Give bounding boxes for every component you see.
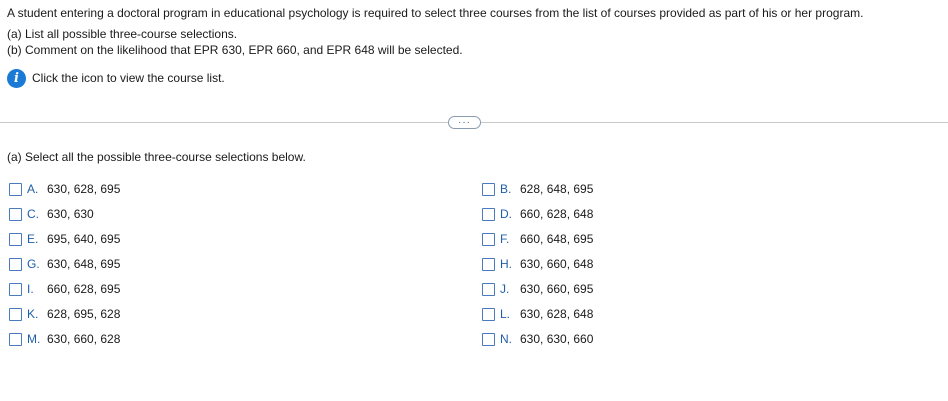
checkbox[interactable] [482,232,495,246]
option-letter: B. [500,182,512,196]
option-n[interactable]: N. 630, 630, 660 [482,331,593,347]
part-b-instruction: (b) Comment on the likelihood that EPR 6… [7,43,463,57]
option-value: 660, 628, 648 [520,207,594,221]
option-letter: K. [27,307,39,321]
option-value: 628, 648, 695 [520,182,594,196]
option-l[interactable]: L. 630, 628, 648 [482,306,593,322]
checkbox[interactable] [9,282,22,296]
option-letter: L. [500,307,511,321]
option-g[interactable]: G. 630, 648, 695 [9,256,120,272]
option-b[interactable]: B. 628, 648, 695 [482,181,593,197]
option-k[interactable]: K. 628, 695, 628 [9,306,120,322]
option-value: 630, 660, 628 [47,332,121,346]
option-e[interactable]: E. 695, 640, 695 [9,231,120,247]
option-letter: J. [500,282,510,296]
option-letter: G. [27,257,40,271]
checkbox[interactable] [9,332,22,346]
option-value: 660, 648, 695 [520,232,594,246]
option-letter: C. [27,207,39,221]
option-d[interactable]: D. 660, 628, 648 [482,206,593,222]
checkbox[interactable] [9,182,22,196]
checkbox[interactable] [482,307,495,321]
question-text: A student entering a doctoral program in… [7,6,864,20]
option-value: 630, 630 [47,207,94,221]
option-value: 630, 628, 695 [47,182,121,196]
info-icon[interactable]: i [7,68,26,88]
option-value: 630, 630, 660 [520,332,594,346]
option-h[interactable]: H. 630, 660, 648 [482,256,593,272]
option-value: 630, 628, 648 [520,307,594,321]
checkbox[interactable] [482,182,495,196]
checkbox[interactable] [9,257,22,271]
part-a-instruction: (a) List all possible three-course selec… [7,27,238,41]
checkbox[interactable] [482,332,495,346]
checkbox[interactable] [9,307,22,321]
option-letter: M. [27,332,41,346]
checkbox[interactable] [482,207,495,221]
checkbox[interactable] [9,207,22,221]
info-text: Click the icon to view the course list. [32,71,225,85]
option-letter: D. [500,207,512,221]
checkbox[interactable] [9,232,22,246]
option-letter: F. [500,232,510,246]
option-a[interactable]: A. 630, 628, 695 [9,181,120,197]
expand-button[interactable]: ··· [448,116,481,129]
option-value: 695, 640, 695 [47,232,121,246]
option-letter: A. [27,182,39,196]
option-m[interactable]: M. 630, 660, 628 [9,331,120,347]
option-letter: H. [500,257,512,271]
option-value: 630, 660, 648 [520,257,594,271]
option-value: 628, 695, 628 [47,307,121,321]
option-i[interactable]: I. 660, 628, 695 [9,281,120,297]
option-value: 630, 648, 695 [47,257,121,271]
option-j[interactable]: J. 630, 660, 695 [482,281,593,297]
option-f[interactable]: F. 660, 648, 695 [482,231,593,247]
option-value: 630, 660, 695 [520,282,594,296]
checkbox[interactable] [482,257,495,271]
checkbox[interactable] [482,282,495,296]
option-c[interactable]: C. 630, 630 [9,206,94,222]
option-letter: I. [27,282,34,296]
option-letter: E. [27,232,39,246]
part-a-prompt: (a) Select all the possible three-course… [7,150,306,164]
option-value: 660, 628, 695 [47,282,121,296]
option-letter: N. [500,332,512,346]
course-list-link: i Click the icon to view the course list… [7,68,225,88]
